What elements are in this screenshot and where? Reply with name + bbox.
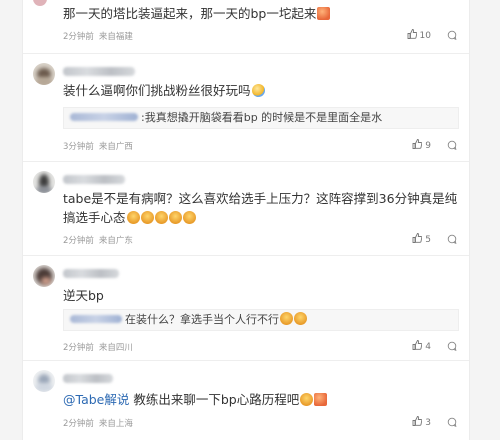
comment-item: 那一天的塔比装逼起来，那一天的bp一坨起来 2分钟前 来自福建 10 — [23, 0, 469, 54]
like-button[interactable]: 10 — [407, 29, 431, 41]
comment-item: tabe是不是有病啊？这么喜欢给选手上压力？这阵容撑到36分钟真是纯搞选手心态 … — [23, 161, 469, 256]
comment-text: @Tabe解说 教练出来聊一下bp心路历程吧 — [63, 390, 458, 409]
comment-list: 那一天的塔比装逼起来，那一天的bp一坨起来 2分钟前 来自福建 10 装什么逼啊你… — [22, 0, 470, 440]
comment-bubble-icon[interactable] — [447, 341, 457, 351]
emoji-icon — [280, 312, 293, 325]
comment-location: 来自广西 — [98, 142, 133, 152]
comment-bubble-icon[interactable] — [447, 140, 457, 150]
avatar[interactable] — [33, 0, 47, 6]
comment-time: 2分钟前 — [63, 343, 94, 353]
like-button[interactable]: 9 — [412, 139, 431, 151]
emoji-icon — [300, 393, 314, 406]
comment-location: 来自广东 — [98, 236, 133, 246]
comment-meta: 2分钟前 来自广东 — [63, 234, 133, 246]
comment-bubble-icon[interactable] — [447, 30, 457, 40]
reply-text: 我真想撬开脑袋看看bp 的时候是不是里面全是水 — [144, 111, 383, 124]
comment-text: tabe是不是有病啊？这么喜欢给选手上压力？这阵容撑到36分钟真是纯搞选手心态 — [63, 191, 458, 225]
comment-meta: 3分钟前 来自广西 — [63, 140, 133, 152]
like-button[interactable]: 5 — [412, 233, 431, 245]
avatar[interactable] — [33, 370, 55, 392]
username[interactable] — [63, 175, 125, 184]
username[interactable] — [63, 374, 113, 383]
comment-location: 来自上海 — [98, 419, 133, 429]
comment-time: 3分钟前 — [63, 142, 94, 152]
reply-preview[interactable]: 在装什么？拿选手当个人行不行 — [63, 309, 459, 331]
like-count: 5 — [425, 235, 431, 245]
like-count: 3 — [425, 418, 431, 428]
comment-location: 来自四川 — [98, 343, 133, 353]
comment-bubble-icon[interactable] — [447, 234, 457, 244]
reply-text: 在装什么？拿选手当个人行不行 — [125, 313, 279, 326]
thumb-up-icon — [412, 233, 423, 243]
reply-username[interactable] — [70, 113, 138, 121]
comment-time: 2分钟前 — [63, 32, 94, 42]
username[interactable] — [63, 269, 119, 278]
emoji-icon — [317, 7, 331, 20]
comment-text: 那一天的塔比装逼起来，那一天的bp一坨起来 — [63, 4, 458, 23]
like-button[interactable]: 4 — [412, 340, 431, 352]
emoji-icon — [168, 211, 182, 224]
comment-text: 逆天bp — [63, 288, 104, 303]
emoji-icon — [182, 211, 196, 224]
comment-item: @Tabe解说 教练出来聊一下bp心路历程吧 2分钟前 来自上海 3 — [23, 360, 469, 440]
emoji-icon — [126, 211, 140, 224]
emoji-icon — [314, 393, 328, 406]
thumb-up-icon — [412, 139, 423, 149]
avatar[interactable] — [33, 265, 55, 287]
comment-time: 2分钟前 — [63, 236, 94, 246]
comment-meta: 2分钟前 来自四川 — [63, 341, 133, 353]
comment-bubble-icon[interactable] — [447, 417, 457, 427]
username[interactable] — [63, 67, 135, 76]
avatar[interactable] — [33, 63, 55, 85]
mention-link[interactable]: @Tabe解说 — [63, 392, 129, 407]
thumb-up-icon — [407, 29, 417, 39]
comment-text: 装什么逼啊你们挑战粉丝很好玩吗 — [63, 81, 458, 100]
reply-username[interactable] — [70, 315, 122, 323]
comment-item: 装什么逼啊你们挑战粉丝很好玩吗 :我真想撬开脑袋看看bp 的时候是不是里面全是水… — [23, 53, 469, 162]
comment-meta: 2分钟前 来自上海 — [63, 417, 133, 429]
comment-location: 来自福建 — [98, 32, 133, 42]
emoji-icon — [140, 211, 154, 224]
emoji-icon — [154, 211, 168, 224]
like-count: 10 — [419, 31, 431, 41]
like-count: 9 — [425, 141, 431, 151]
comment-time: 2分钟前 — [63, 419, 94, 429]
thumb-up-icon — [412, 416, 423, 426]
emoji-icon — [294, 312, 307, 325]
reply-preview[interactable]: :我真想撬开脑袋看看bp 的时候是不是里面全是水 — [63, 107, 459, 129]
emoji-icon — [251, 84, 265, 97]
like-count: 4 — [425, 342, 431, 352]
comment-item: 逆天bp 在装什么？拿选手当个人行不行 2分钟前 来自四川 4 — [23, 255, 469, 361]
avatar[interactable] — [33, 171, 55, 193]
comment-meta: 2分钟前 来自福建 — [63, 30, 133, 42]
like-button[interactable]: 3 — [412, 416, 431, 428]
thumb-up-icon — [412, 340, 423, 350]
